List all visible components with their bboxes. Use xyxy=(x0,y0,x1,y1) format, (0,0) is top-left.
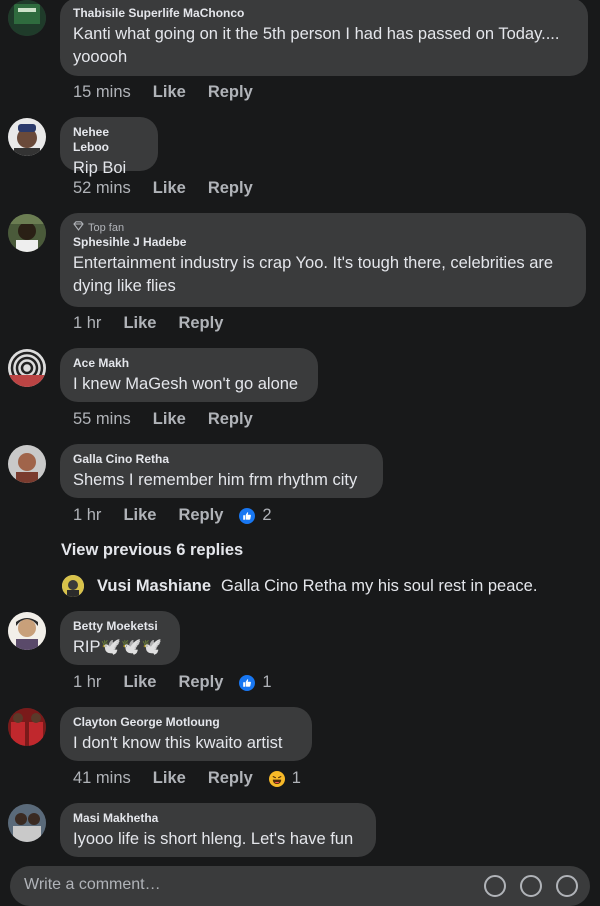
view-previous-replies-link[interactable]: View previous 6 replies xyxy=(61,541,243,560)
reaction-count: 1 xyxy=(262,673,272,691)
comment-actions: 1 hr Like Reply 1 xyxy=(73,673,272,692)
comment-text: Entertainment industry is crap Yoo. It's… xyxy=(73,254,554,295)
comment-bubble: Galla Cino Retha Shems I remember him fr… xyxy=(60,444,383,498)
reply-text: Galla Cino Retha my his soul rest in pea… xyxy=(221,576,538,595)
reply-button[interactable]: Reply xyxy=(178,673,223,692)
avatar[interactable] xyxy=(8,0,46,36)
comment-actions: 1 hr Like Reply xyxy=(73,314,245,333)
comment-bubble: Ace Makh I knew MaGesh won't go alone xyxy=(60,348,318,402)
reply-button[interactable]: Reply xyxy=(178,314,223,333)
comment-text: I knew MaGesh won't go alone xyxy=(73,375,299,393)
reply-button[interactable]: Reply xyxy=(208,769,253,788)
comment-actions: 52 mins Like Reply xyxy=(73,179,275,198)
like-button[interactable]: Like xyxy=(153,769,186,788)
avatar[interactable] xyxy=(8,804,46,842)
comment-time[interactable]: 55 mins xyxy=(73,410,131,429)
comment-time[interactable]: 15 mins xyxy=(73,83,131,102)
reply-preview[interactable]: Vusi Mashiane Galla Cino Retha my his so… xyxy=(62,575,537,597)
reaction-summary[interactable]: 1 xyxy=(239,673,272,692)
like-button[interactable]: Like xyxy=(123,506,156,525)
comment-text: Rip Boi xyxy=(73,159,127,177)
like-button[interactable]: Like xyxy=(153,179,186,198)
comment-bubble: Nehee Leboo Rip Boi xyxy=(60,117,158,177)
comment-author[interactable]: Thabisile Superlife MaChonco xyxy=(73,6,575,21)
comment-text: I don't know this kwaito artist xyxy=(73,734,283,752)
comment-actions: 15 mins Like Reply xyxy=(73,83,275,102)
comment-author[interactable]: Ace Makh xyxy=(73,356,305,371)
avatar[interactable] xyxy=(8,612,46,650)
comment-actions: 1 hr Like Reply 2 xyxy=(73,506,272,525)
comment-text: RIP🕊️🕊️🕊️ xyxy=(73,638,163,656)
haha-reaction-icon xyxy=(268,770,285,787)
comment-text: Kanti what going on it the 5th person I … xyxy=(73,25,560,66)
reaction-count: 1 xyxy=(291,769,301,787)
avatar[interactable] xyxy=(8,118,46,156)
emoji-icon[interactable] xyxy=(556,875,578,897)
reaction-summary[interactable]: 2 xyxy=(239,506,272,525)
gif-icon[interactable] xyxy=(484,875,506,897)
camera-icon[interactable] xyxy=(520,875,542,897)
reply-button[interactable]: Reply xyxy=(208,83,253,102)
like-reaction-icon xyxy=(239,674,256,691)
write-comment-input[interactable]: Write a comment… xyxy=(10,866,590,906)
reaction-summary[interactable]: 1 xyxy=(268,769,301,788)
reaction-count: 2 xyxy=(262,506,272,524)
avatar[interactable] xyxy=(62,575,84,597)
reply-button[interactable]: Reply xyxy=(208,179,253,198)
reply-button[interactable]: Reply xyxy=(178,506,223,525)
comment-time[interactable]: 1 hr xyxy=(73,673,101,692)
comment-author[interactable]: Clayton George Motloung xyxy=(73,715,299,730)
avatar[interactable] xyxy=(8,214,46,252)
comment-text: Shems I remember him frm rhythm city xyxy=(73,471,358,489)
avatar[interactable] xyxy=(8,349,46,387)
comment-actions: 55 mins Like Reply xyxy=(73,410,275,429)
like-button[interactable]: Like xyxy=(123,673,156,692)
top-fan-label: Top fan xyxy=(88,222,125,234)
comment-author[interactable]: Masi Makhetha xyxy=(73,811,363,826)
like-button[interactable]: Like xyxy=(123,314,156,333)
diamond-icon xyxy=(73,221,84,235)
like-reaction-icon xyxy=(239,507,256,524)
comment-bubble: Top fan Sphesihle J Hadebe Entertainment… xyxy=(60,213,586,307)
reply-button[interactable]: Reply xyxy=(208,410,253,429)
like-button[interactable]: Like xyxy=(153,83,186,102)
comment-time[interactable]: 1 hr xyxy=(73,506,101,525)
comment-text: Iyooo life is short hleng. Let's have fu… xyxy=(73,830,354,848)
comment-bubble: Clayton George Motloung I don't know thi… xyxy=(60,707,312,761)
avatar[interactable] xyxy=(8,708,46,746)
comment-author[interactable]: Galla Cino Retha xyxy=(73,452,370,467)
composer-icons xyxy=(484,875,578,897)
comment-author[interactable]: Sphesihle J Hadebe xyxy=(73,235,573,250)
comment-author[interactable]: Nehee Leboo xyxy=(73,125,145,155)
comment-time[interactable]: 1 hr xyxy=(73,314,101,333)
comment-bubble: Masi Makhetha Iyooo life is short hleng.… xyxy=(60,803,376,857)
top-fan-badge: Top fan xyxy=(73,221,573,235)
comment-time[interactable]: 41 mins xyxy=(73,769,131,788)
comment-time[interactable]: 52 mins xyxy=(73,179,131,198)
comment-bubble: Betty Moeketsi RIP🕊️🕊️🕊️ xyxy=(60,611,180,665)
avatar[interactable] xyxy=(8,445,46,483)
comment-author[interactable]: Betty Moeketsi xyxy=(73,619,167,634)
reply-author[interactable]: Vusi Mashiane xyxy=(97,577,211,596)
like-button[interactable]: Like xyxy=(153,410,186,429)
comment-actions: 41 mins Like Reply 1 xyxy=(73,769,301,788)
comment-bubble: Thabisile Superlife MaChonco Kanti what … xyxy=(60,0,588,76)
